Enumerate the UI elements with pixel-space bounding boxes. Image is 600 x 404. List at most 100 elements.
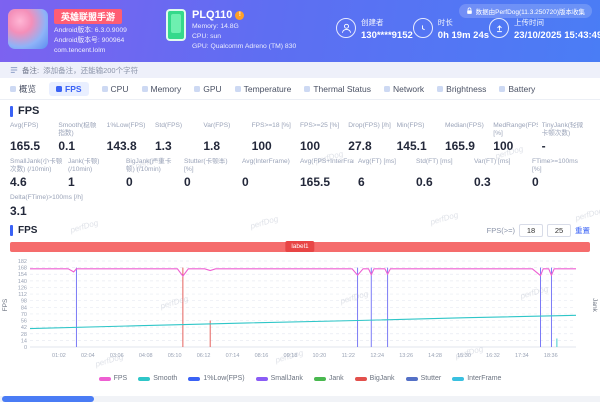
creator-value: 130****9152 bbox=[361, 30, 413, 41]
tab-icon bbox=[142, 86, 148, 92]
metric: FTime>=100ms [%]0 bbox=[532, 158, 590, 189]
legend-item-BigJank[interactable]: BigJank bbox=[355, 375, 395, 382]
label-chip: label1 bbox=[285, 241, 314, 252]
game-avatar bbox=[8, 9, 48, 49]
svg-text:154: 154 bbox=[18, 272, 27, 278]
metric: Var(FPS)1.8 bbox=[203, 122, 251, 153]
metrics: Avg(FPS)165.5Smooth(稳帧指数)0.11%Low(FPS)14… bbox=[0, 118, 600, 218]
tab-FPS[interactable]: FPS bbox=[49, 82, 89, 96]
tab-Thermal Status[interactable]: Thermal Status bbox=[304, 84, 371, 94]
metric: Delta(FTime)>100ms [/h]3.1 bbox=[10, 194, 130, 218]
metric: Avg(FT) [ms]6 bbox=[358, 158, 416, 189]
fps-threshold-input-2[interactable] bbox=[547, 224, 571, 237]
svg-text:168: 168 bbox=[18, 266, 27, 272]
tab-Temperature[interactable]: Temperature bbox=[235, 84, 292, 94]
tab-Brightness[interactable]: Brightness bbox=[437, 84, 486, 94]
upload-value: 23/10/2025 15:43:49 bbox=[514, 30, 600, 41]
svg-text:182: 182 bbox=[18, 259, 27, 265]
note-bar: 备注: 添加备注，还能输200个字符 bbox=[0, 62, 600, 78]
fps-threshold-input-1[interactable] bbox=[519, 224, 543, 237]
tab-概览[interactable]: 概览 bbox=[10, 83, 36, 95]
legend-item-1%Low(FPS)[interactable]: 1%Low(FPS) bbox=[188, 375, 244, 382]
tab-icon bbox=[384, 86, 390, 92]
fps-threshold-label: FPS(>=) bbox=[487, 226, 515, 235]
svg-text:112: 112 bbox=[18, 292, 27, 298]
lock-icon bbox=[466, 7, 473, 15]
creator-block: 创建者 130****9152 bbox=[336, 17, 413, 41]
metric: 1%Low(FPS)143.8 bbox=[107, 122, 155, 153]
legend-item-SmallJank[interactable]: SmallJank bbox=[256, 375, 303, 382]
legend-marker bbox=[406, 377, 418, 381]
tab-icon bbox=[10, 86, 16, 92]
fps-section-title: FPS bbox=[10, 105, 590, 117]
legend-item-InterFrame[interactable]: InterFrame bbox=[452, 375, 501, 382]
device-cpu: CPU: sun bbox=[192, 32, 296, 42]
svg-text:04:08: 04:08 bbox=[139, 353, 153, 359]
person-icon bbox=[336, 18, 356, 38]
svg-text:05:10: 05:10 bbox=[168, 353, 182, 359]
upload-icon bbox=[489, 18, 509, 38]
fps-chart-area: 18216815414012611298847056422814001:0202… bbox=[0, 253, 600, 372]
tab-Battery[interactable]: Battery bbox=[499, 84, 535, 94]
svg-text:28: 28 bbox=[21, 332, 27, 338]
tab-icon bbox=[499, 86, 505, 92]
tab-Network[interactable]: Network bbox=[384, 84, 424, 94]
svg-text:12:24: 12:24 bbox=[370, 353, 384, 359]
metric: Stutter(卡顿率) [%]0 bbox=[184, 158, 242, 189]
legend-item-Jank[interactable]: Jank bbox=[314, 375, 344, 382]
chart-accent-bar bbox=[10, 225, 13, 236]
svg-text:08:16: 08:16 bbox=[255, 353, 269, 359]
tab-icon bbox=[194, 86, 200, 92]
upload-label: 上传时间 bbox=[514, 17, 600, 28]
svg-text:02:04: 02:04 bbox=[81, 353, 95, 359]
svg-text:11:22: 11:22 bbox=[342, 353, 355, 359]
android-build: Android版本号: 900964 bbox=[54, 36, 127, 46]
note-icon bbox=[10, 66, 18, 74]
svg-text:10:20: 10:20 bbox=[312, 353, 326, 359]
metric: SmallJank(小卡顿次数) (/10min)4.6 bbox=[10, 158, 68, 189]
collector-pill: 数据由PerfDog(11.3.250720)版本收集 bbox=[459, 4, 592, 18]
tab-CPU[interactable]: CPU bbox=[102, 84, 129, 94]
legend-marker bbox=[314, 377, 326, 381]
svg-text:42: 42 bbox=[21, 325, 27, 331]
metric: Avg(FPS+InterFrame)165.5 bbox=[300, 158, 358, 189]
device-model: PLQ110 bbox=[192, 9, 232, 22]
tab-icon bbox=[304, 86, 310, 92]
device-info-block: PLQ110 ! Memory: 14.8G CPU: sun GPU: Qua… bbox=[166, 9, 334, 52]
svg-text:84: 84 bbox=[21, 305, 27, 311]
note-label: 备注: bbox=[22, 65, 39, 76]
metric: Drop(FPS) [/h]27.8 bbox=[348, 122, 396, 153]
creator-label: 创建者 bbox=[361, 17, 413, 28]
tab-bar: 概览 FPS CPU Memory GPU Temperature Thermal Stat… bbox=[0, 78, 600, 100]
duration-label: 时长 bbox=[438, 17, 489, 28]
tab-Memory[interactable]: Memory bbox=[142, 84, 182, 94]
legend-item-Smooth[interactable]: Smooth bbox=[138, 375, 177, 382]
legend-item-Stutter[interactable]: Stutter bbox=[406, 375, 442, 382]
metric: FPS>=18 [%]100 bbox=[252, 122, 300, 153]
reset-button[interactable]: 重置 bbox=[575, 225, 590, 236]
device-gpu: GPU: Qualcomm Adreno (TM) 830 bbox=[192, 42, 296, 52]
svg-text:FPS: FPS bbox=[2, 298, 9, 311]
package-name: com.tencent.lolm bbox=[54, 46, 127, 56]
metric: Var(FT) [ms]0.3 bbox=[474, 158, 532, 189]
svg-text:03:06: 03:06 bbox=[110, 353, 124, 359]
svg-text:15:30: 15:30 bbox=[457, 353, 471, 359]
svg-text:98: 98 bbox=[21, 299, 27, 305]
tab-GPU[interactable]: GPU bbox=[194, 84, 221, 94]
phone-icon bbox=[166, 9, 186, 41]
legend-item-FPS[interactable]: FPS bbox=[99, 375, 128, 382]
svg-text:18:36: 18:36 bbox=[544, 353, 558, 359]
note-input[interactable]: 添加备注，还能输200个字符 bbox=[43, 65, 138, 76]
horizontal-scrollbar-track[interactable] bbox=[0, 396, 600, 402]
horizontal-scrollbar-thumb[interactable] bbox=[2, 396, 94, 402]
metric: Smooth(稳帧指数)0.1 bbox=[58, 122, 106, 153]
svg-text:07:14: 07:14 bbox=[226, 353, 240, 359]
svg-text:56: 56 bbox=[21, 319, 27, 325]
device-badge-icon: ! bbox=[235, 11, 244, 20]
metric: Avg(FPS)165.5 bbox=[10, 122, 58, 153]
metric: Std(FPS)1.3 bbox=[155, 122, 203, 153]
svg-text:0: 0 bbox=[24, 345, 27, 351]
label-range-bar[interactable]: label1 bbox=[10, 242, 590, 252]
game-info-block: 英雄联盟手游 Android版本: 6.3.0.9009 Android版本号:… bbox=[8, 7, 166, 56]
svg-text:70: 70 bbox=[21, 312, 27, 318]
